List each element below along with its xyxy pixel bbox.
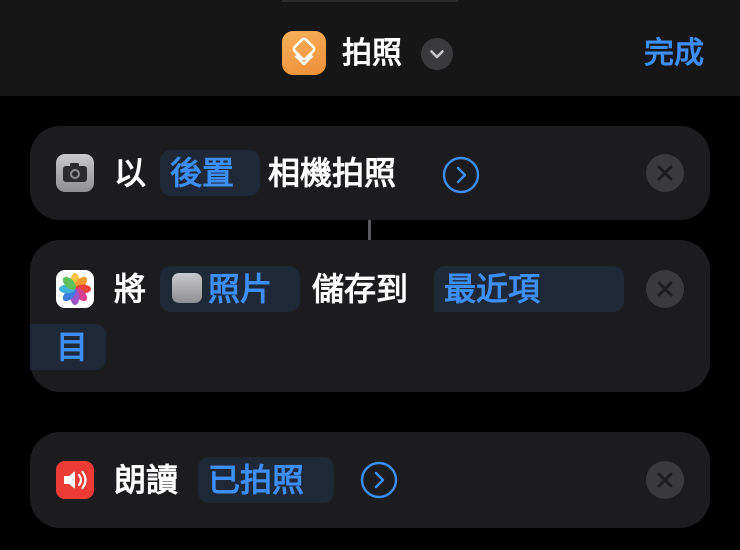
shortcuts-icon[interactable]	[282, 31, 326, 75]
close-icon[interactable]	[646, 154, 684, 192]
action-text: 儲存到	[312, 270, 409, 308]
action-card-take-photo[interactable]: 以 後置 相機拍照	[30, 126, 710, 220]
action-text: 將	[114, 270, 147, 308]
photo-variable-token[interactable]: 照片	[160, 266, 300, 312]
shortcut-title[interactable]: 拍照	[342, 34, 402, 74]
token-label: 照片	[208, 270, 273, 308]
camera-position-token[interactable]: 後置	[160, 150, 260, 196]
action-text: 相機拍照	[268, 154, 397, 192]
album-token-continued[interactable]: 目	[30, 324, 106, 370]
done-button[interactable]: 完成	[644, 34, 704, 74]
sheet-grabber[interactable]	[282, 0, 458, 2]
close-icon[interactable]	[646, 270, 684, 308]
photos-icon	[56, 270, 94, 308]
speaker-icon	[56, 461, 94, 499]
action-text: 以	[114, 154, 147, 192]
album-token[interactable]: 最近項	[434, 266, 624, 312]
camera-icon	[56, 154, 94, 192]
action-card-speak-text[interactable]: 朗讀 已拍照	[30, 432, 710, 528]
chevron-right-icon[interactable]	[360, 461, 398, 499]
action-card-save-photo[interactable]: 將 照片 儲存到 最近項 目	[30, 240, 710, 392]
camera-icon	[172, 273, 202, 303]
action-text: 朗讀	[114, 461, 179, 499]
action-connector	[368, 220, 371, 240]
text-variable-token[interactable]: 已拍照	[198, 457, 334, 503]
navigation-header: 拍照 完成	[0, 0, 740, 96]
chevron-right-icon[interactable]	[442, 156, 480, 194]
close-icon[interactable]	[646, 461, 684, 499]
chevron-down-icon[interactable]	[421, 38, 453, 70]
